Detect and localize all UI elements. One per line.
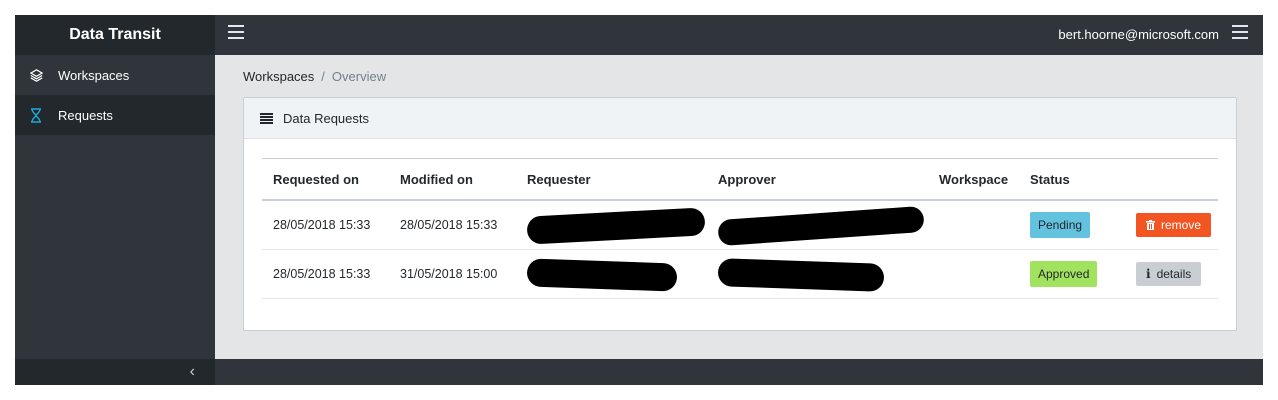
data-requests-card: Data Requests Requested on Modified on R…: [243, 97, 1237, 331]
actions-cell: i details: [1120, 249, 1218, 299]
chevron-left-icon[interactable]: ‹: [190, 363, 195, 381]
requester-cell: [516, 249, 707, 299]
workspace-cell: [928, 249, 1019, 299]
trash-icon: [1146, 220, 1155, 230]
table-row[interactable]: 28/05/2018 15:33 28/05/2018 15:33 Pendin…: [262, 200, 1218, 250]
brand-logo[interactable]: Data Transit: [15, 15, 215, 55]
column-header[interactable]: Status: [1019, 158, 1120, 201]
column-header[interactable]: Workspace: [928, 158, 1019, 201]
redaction-mark: [526, 258, 678, 292]
sidebar-item-workspaces[interactable]: Workspaces: [15, 55, 215, 95]
app-window: Data Transit bert.hoorne@microsoft.com W…: [15, 15, 1263, 385]
sidebar: Workspaces Requests ‹: [15, 55, 215, 385]
actions-cell: remove: [1120, 200, 1218, 250]
modified-on-cell: 31/05/2018 15:00: [389, 249, 516, 299]
approver-cell: [707, 249, 928, 299]
redaction-mark: [717, 205, 925, 247]
sidebar-minimizer[interactable]: ‹: [15, 359, 215, 385]
details-button-label: details: [1156, 267, 1192, 281]
status-cell: Pending: [1019, 200, 1120, 250]
redaction-mark: [526, 207, 706, 245]
details-button[interactable]: i details: [1136, 262, 1202, 286]
remove-button[interactable]: remove: [1136, 213, 1212, 237]
breadcrumb-current: Overview: [331, 69, 387, 84]
column-header[interactable]: Requested on: [262, 158, 389, 201]
requested-on-cell: 28/05/2018 15:33: [262, 200, 389, 250]
requests-table: Requested on Modified on Requester Appro…: [262, 158, 1218, 299]
sidebar-toggle-icon[interactable]: [228, 25, 244, 39]
hourglass-icon: [30, 107, 50, 123]
column-header[interactable]: Approver: [707, 158, 928, 201]
aside-menu-toggle-icon[interactable]: [1232, 25, 1248, 39]
card-title: Data Requests: [283, 110, 369, 126]
user-email[interactable]: bert.hoorne@microsoft.com: [1058, 15, 1219, 55]
breadcrumb-separator: /: [321, 69, 325, 84]
sidebar-item-label: Requests: [58, 107, 113, 123]
status-badge: Pending: [1030, 212, 1091, 238]
table-row[interactable]: 28/05/2018 15:33 31/05/2018 15:00 Approv…: [262, 249, 1218, 299]
breadcrumb-workspaces-link[interactable]: Workspaces: [243, 69, 314, 84]
remove-button-label: remove: [1161, 218, 1202, 232]
approver-cell: [707, 200, 928, 250]
card-header: Data Requests: [244, 98, 1236, 139]
info-icon: i: [1146, 267, 1151, 281]
status-cell: Approved: [1019, 249, 1120, 299]
workspace-cell: [928, 200, 1019, 250]
sidebar-item-requests[interactable]: Requests: [15, 95, 215, 135]
column-header[interactable]: Requester: [516, 158, 707, 201]
sidebar-item-label: Workspaces: [58, 67, 130, 83]
main-content: Workspaces / Overview Data Requests Reques…: [215, 55, 1263, 385]
table-header-row: Requested on Modified on Requester Appro…: [262, 158, 1218, 201]
column-header: [1120, 158, 1218, 201]
status-badge: Approved: [1030, 261, 1098, 287]
footer: [215, 359, 1263, 385]
redaction-mark: [717, 258, 885, 292]
top-navbar: Data Transit bert.hoorne@microsoft.com: [15, 15, 1263, 55]
column-header[interactable]: Modified on: [389, 158, 516, 201]
requested-on-cell: 28/05/2018 15:33: [262, 249, 389, 299]
breadcrumb: Workspaces / Overview: [243, 69, 386, 84]
list-icon: [260, 112, 273, 124]
modified-on-cell: 28/05/2018 15:33: [389, 200, 516, 250]
layers-icon: [30, 68, 50, 82]
requester-cell: [516, 200, 707, 250]
